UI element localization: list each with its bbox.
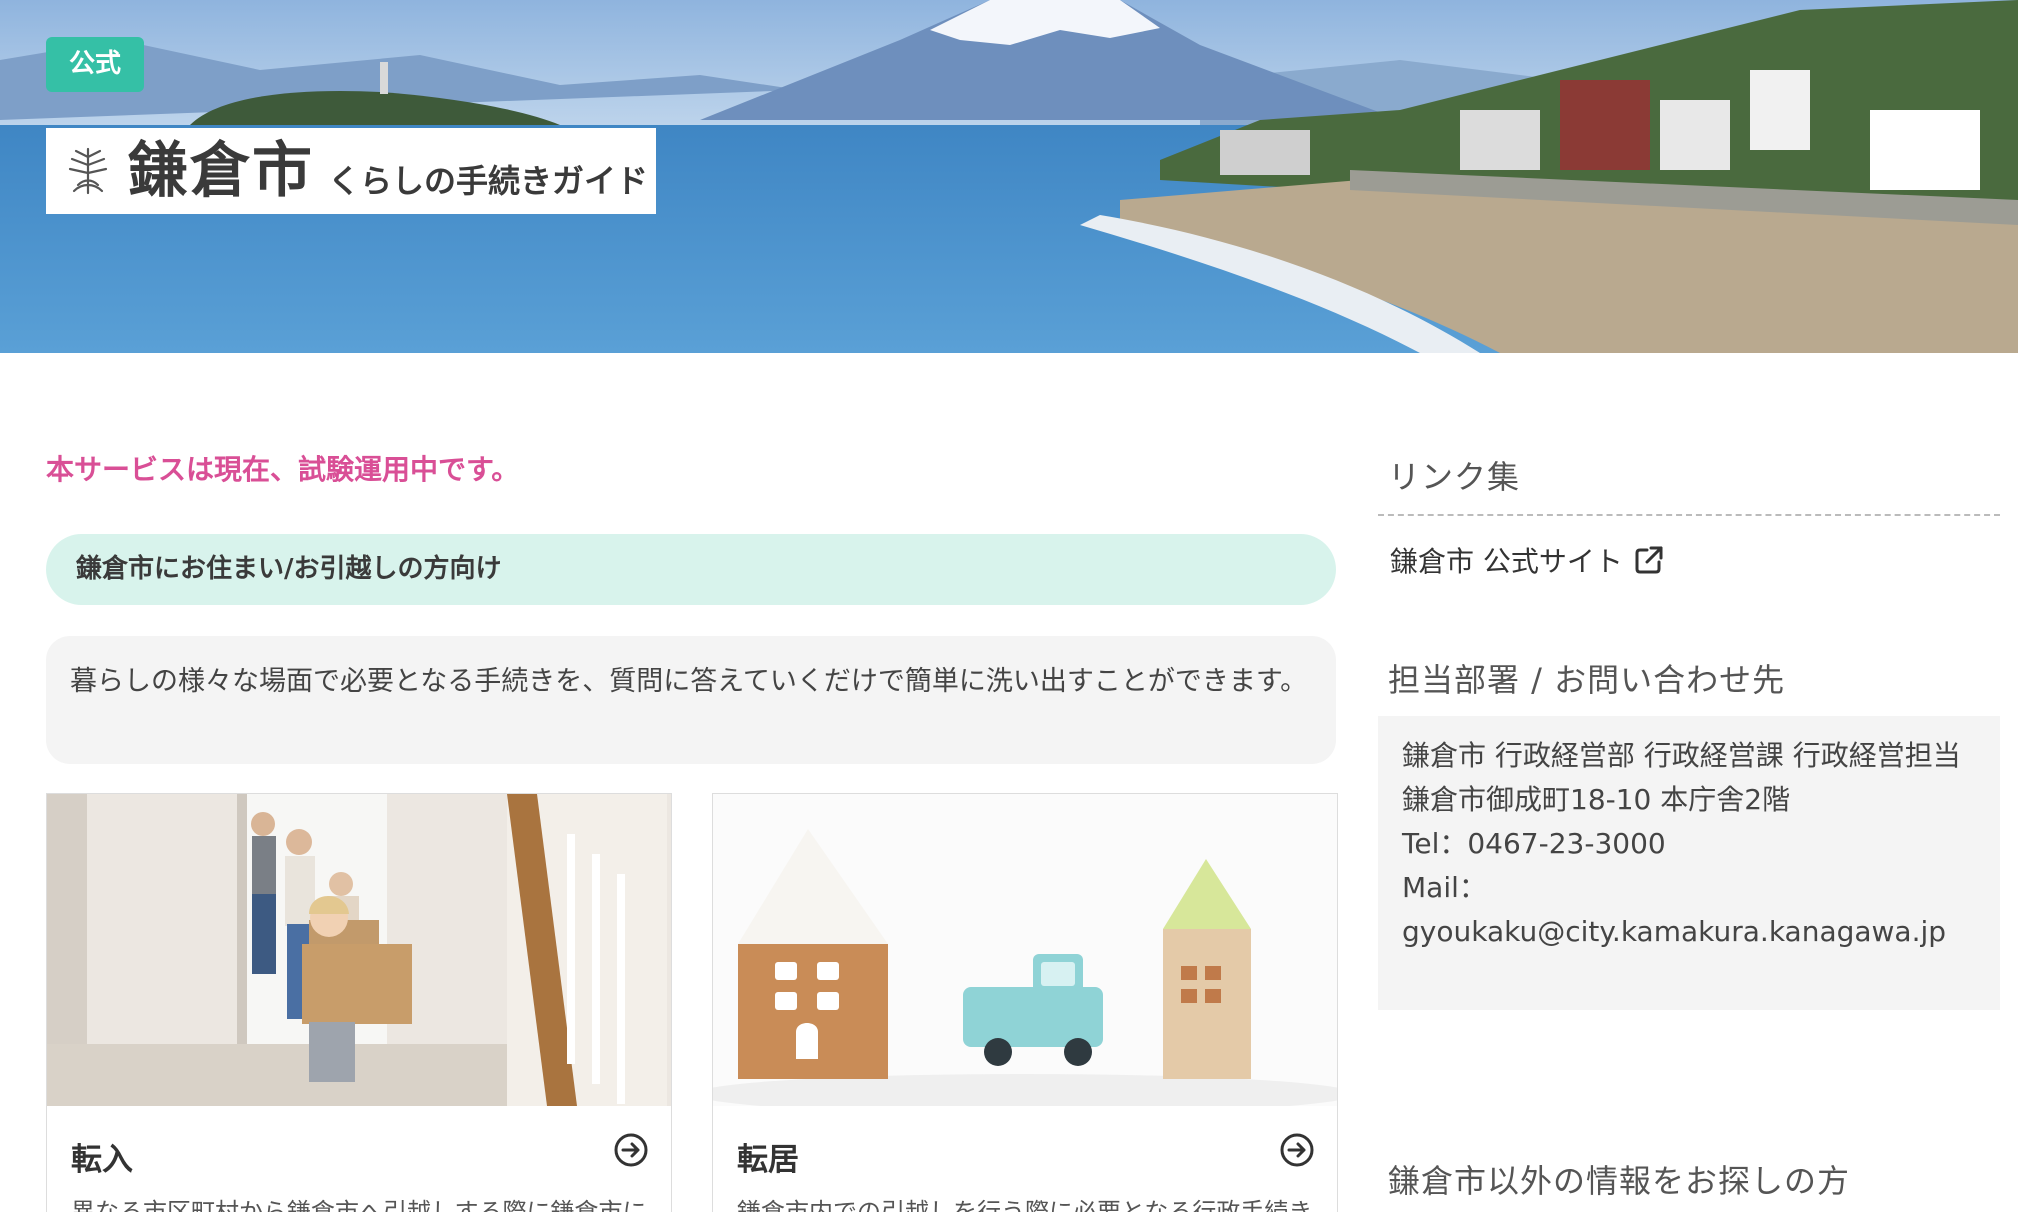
- contact-info: 鎌倉市 行政経営部 行政経営課 行政経営担当 鎌倉市御成町18-10 本庁舎2階…: [1378, 716, 2000, 1010]
- trial-notice: 本サービスは現在、試験運用中です。: [46, 453, 520, 486]
- links-heading: リンク集: [1378, 452, 2000, 516]
- contact-mail[interactable]: gyoukaku@city.kamakura.kanagawa.jp: [1402, 910, 1976, 954]
- description-box: 暮らしの様々な場面で必要となる手続きを、質問に答えていくだけで簡単に洗い出すこと…: [46, 636, 1336, 764]
- page: 公式 鎌倉市 くらしの手続きガイド 本サービスは現在、試験運用中です。 鎌倉市に…: [0, 0, 2018, 1212]
- arrow-circle-right-icon[interactable]: [613, 1132, 649, 1168]
- contact-department: 鎌倉市 行政経営部 行政経営課 行政経営担当: [1402, 739, 1961, 772]
- card-title: 転入: [71, 1142, 133, 1178]
- contact-address: 鎌倉市御成町18-10 本庁舎2階: [1402, 783, 1791, 816]
- other-info-heading: 鎌倉市以外の情報をお探しの方: [1388, 1162, 1851, 1200]
- contact-heading: 担当部署 / お問い合わせ先: [1378, 655, 2000, 719]
- card-move-in[interactable]: 転入 異なる市区町村から鎌倉市へ引越しする際に鎌倉市に: [46, 793, 672, 1212]
- external-link-icon: [1635, 546, 1663, 574]
- city-crest-icon: [68, 147, 108, 195]
- official-site-link-label: 鎌倉市 公式サイト: [1390, 545, 1623, 578]
- city-name: 鎌倉市: [128, 136, 314, 206]
- card-description: 鎌倉市内での引越しを行う際に必要となる行政手続き: [737, 1198, 1313, 1212]
- hero-banner: 公式 鎌倉市 くらしの手続きガイド: [0, 0, 2018, 353]
- toy-houses-image: [713, 794, 1337, 1106]
- official-badge: 公式: [46, 37, 144, 92]
- guide-name: くらしの手続きガイド: [328, 162, 649, 200]
- site-logo[interactable]: 鎌倉市 くらしの手続きガイド: [46, 128, 656, 214]
- arrow-circle-right-icon[interactable]: [1279, 1132, 1315, 1168]
- contact-tel[interactable]: Tel：0467-23-3000: [1402, 822, 1976, 866]
- card-relocation[interactable]: 転居 鎌倉市内での引越しを行う際に必要となる行政手続き: [712, 793, 1338, 1212]
- card-title: 転居: [737, 1142, 799, 1178]
- moving-family-image: [47, 794, 671, 1106]
- contact-mail-label: Mail：: [1402, 871, 1487, 904]
- official-site-link[interactable]: 鎌倉市 公式サイト: [1390, 540, 1665, 580]
- category-header: 鎌倉市にお住まい/お引越しの方向け: [46, 534, 1336, 605]
- card-description: 異なる市区町村から鎌倉市へ引越しする際に鎌倉市に: [71, 1198, 647, 1212]
